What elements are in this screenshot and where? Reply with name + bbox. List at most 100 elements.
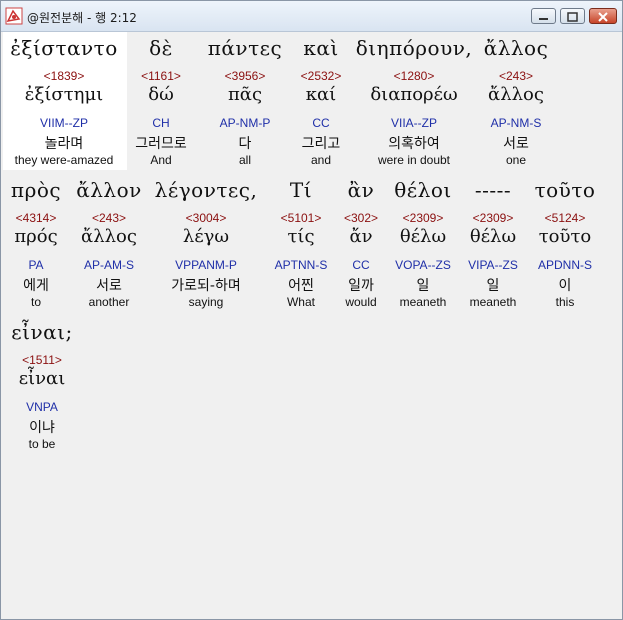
- strong-number: <2532>: [300, 69, 342, 83]
- strong-number: <2309>: [472, 211, 514, 225]
- english-gloss: all: [238, 153, 251, 167]
- lemma: ἄλλος: [81, 226, 137, 247]
- title-bar[interactable]: @원전분해 - 행 2:12: [1, 1, 622, 32]
- word-column[interactable]: ἐξίσταντο <1839> ἐξίστημι VIIM--ZP 놀라며 t…: [3, 36, 125, 171]
- english-gloss: meaneth: [399, 295, 447, 309]
- korean-gloss: 일: [486, 278, 500, 294]
- close-button[interactable]: [589, 8, 617, 24]
- lemma: τίς: [287, 226, 315, 247]
- word-column[interactable]: δὲ <1161> δώ CH 그러므로 And: [127, 36, 195, 171]
- parse-code: VIIA--ZP: [390, 116, 437, 130]
- parse-code: CC: [352, 258, 370, 272]
- word-column[interactable]: τοῦτο <5124> τοῦτο APDNN-S 이 this: [529, 178, 601, 313]
- word-column[interactable]: διηπόρουν, <1280> διαπορέω VIIA--ZP 의혹하여…: [353, 36, 475, 171]
- lemma: δώ: [148, 84, 174, 105]
- greek-word: τοῦτο: [534, 178, 596, 202]
- english-gloss: saying: [188, 295, 224, 309]
- parse-code: CH: [152, 116, 170, 130]
- korean-gloss: 일까: [348, 278, 374, 294]
- english-gloss: What: [286, 295, 315, 309]
- english-gloss: would: [345, 295, 377, 309]
- word-column[interactable]: ἄλλος <243> ἄλλος AP-NM-S 서로 one: [477, 36, 555, 171]
- english-gloss: to be: [28, 437, 56, 451]
- word-column[interactable]: ----- <2309> θέλω VIPA--ZS 일 meaneth: [459, 178, 527, 313]
- word-column[interactable]: λέγοντες, <3004> λέγω VPPANM-P 가로되-하며 sa…: [149, 178, 263, 313]
- lemma: τοῦτο: [538, 226, 592, 247]
- english-gloss: to: [30, 295, 41, 309]
- strong-number: <1511>: [22, 353, 62, 367]
- korean-gloss: 에게: [23, 278, 49, 294]
- strong-number: <1161>: [141, 69, 181, 83]
- parse-code: VOPA--ZS: [395, 258, 451, 272]
- strong-number: <302>: [343, 211, 379, 225]
- strong-number: <243>: [91, 211, 127, 225]
- english-gloss: and: [310, 153, 332, 167]
- word-column[interactable]: ἂν <302> ἄν CC 일까 would: [337, 178, 385, 313]
- lemma: καί: [305, 84, 337, 105]
- strong-number: <5101>: [280, 211, 322, 225]
- english-gloss: another: [88, 295, 130, 309]
- parse-code: CC: [312, 116, 330, 130]
- korean-gloss: 다: [238, 136, 252, 152]
- word-column[interactable]: πάντες <3956> πᾶς AP-NM-P 다 all: [203, 36, 287, 171]
- word-column[interactable]: θέλοι <2309> θέλω VOPA--ZS 일 meaneth: [389, 178, 457, 313]
- greek-word: ἐξίσταντο: [10, 36, 118, 60]
- parse-code: APDNN-S: [537, 258, 592, 272]
- greek-word: καὶ: [303, 36, 339, 60]
- window-title: @원전분해 - 행 2:12: [27, 11, 137, 25]
- close-icon: [598, 12, 608, 22]
- greek-word: δὲ: [149, 36, 173, 60]
- greek-word: θέλοι: [394, 178, 452, 202]
- greek-word: ἄλλος: [483, 36, 549, 60]
- strong-number: <1839>: [43, 69, 85, 83]
- greek-word: ἄλλον: [76, 178, 142, 202]
- korean-gloss: 놀라며: [44, 136, 84, 152]
- korean-gloss: 그러므로: [135, 136, 187, 152]
- minimize-icon: [539, 18, 548, 20]
- parse-code: AP-AM-S: [83, 258, 134, 272]
- lemma: ἄλλος: [488, 84, 544, 105]
- lemma: θέλω: [469, 226, 517, 247]
- english-gloss: And: [150, 153, 172, 167]
- parse-code: PA: [28, 258, 44, 272]
- word-column[interactable]: εἶναι; <1511> εἶναι VNPA 이냐 to be: [3, 320, 81, 455]
- parse-code: VIPA--ZS: [468, 258, 518, 272]
- korean-gloss: 어찐: [288, 278, 314, 294]
- interlinear-content: ἐξίσταντο <1839> ἐξίστημι VIIM--ZP 놀라며 t…: [3, 32, 620, 617]
- lemma: διαπορέω: [370, 84, 458, 105]
- english-gloss: this: [555, 295, 575, 309]
- parse-code: VIIM--ZP: [40, 116, 88, 130]
- greek-word: -----: [474, 178, 512, 202]
- greek-word: πρὸς: [10, 178, 62, 202]
- parse-code: AP-NM-P: [219, 116, 271, 130]
- strong-number: <1280>: [393, 69, 435, 83]
- lemma: ἐξίστημι: [24, 84, 104, 105]
- app-logo-icon: [5, 7, 23, 25]
- strong-number: <2309>: [402, 211, 444, 225]
- strong-number: <243>: [498, 69, 534, 83]
- word-column[interactable]: Τί <5101> τίς APTNN-S 어찐 What: [269, 178, 333, 313]
- greek-word: διηπόρουν,: [355, 36, 473, 60]
- word-column[interactable]: καὶ <2532> καί CC 그리고 and: [293, 36, 349, 171]
- korean-gloss: 이: [558, 278, 572, 294]
- korean-gloss: 그리고: [301, 136, 341, 152]
- greek-word: ἂν: [347, 178, 375, 202]
- maximize-button[interactable]: [560, 8, 585, 24]
- lemma: θέλω: [399, 226, 447, 247]
- minimize-button[interactable]: [531, 8, 556, 24]
- lemma: πρός: [14, 226, 58, 247]
- lemma: εἶναι: [18, 368, 66, 389]
- greek-word: εἶναι;: [11, 320, 73, 344]
- korean-gloss: 일: [416, 278, 430, 294]
- strong-number: <5124>: [544, 211, 586, 225]
- word-column[interactable]: πρὸς <4314> πρός PA 에게 to: [3, 178, 69, 313]
- lemma: ἄν: [349, 226, 373, 247]
- parse-code: AP-NM-S: [490, 116, 542, 130]
- word-column[interactable]: ἄλλον <243> ἄλλος AP-AM-S 서로 another: [71, 178, 147, 313]
- greek-word: πάντες: [207, 36, 283, 60]
- korean-gloss: 서로: [503, 136, 529, 152]
- lemma: πᾶς: [227, 84, 263, 105]
- parse-code: VPPANM-P: [175, 258, 237, 272]
- greek-word: λέγοντες,: [154, 178, 258, 202]
- korean-gloss: 가로되-하며: [171, 278, 241, 294]
